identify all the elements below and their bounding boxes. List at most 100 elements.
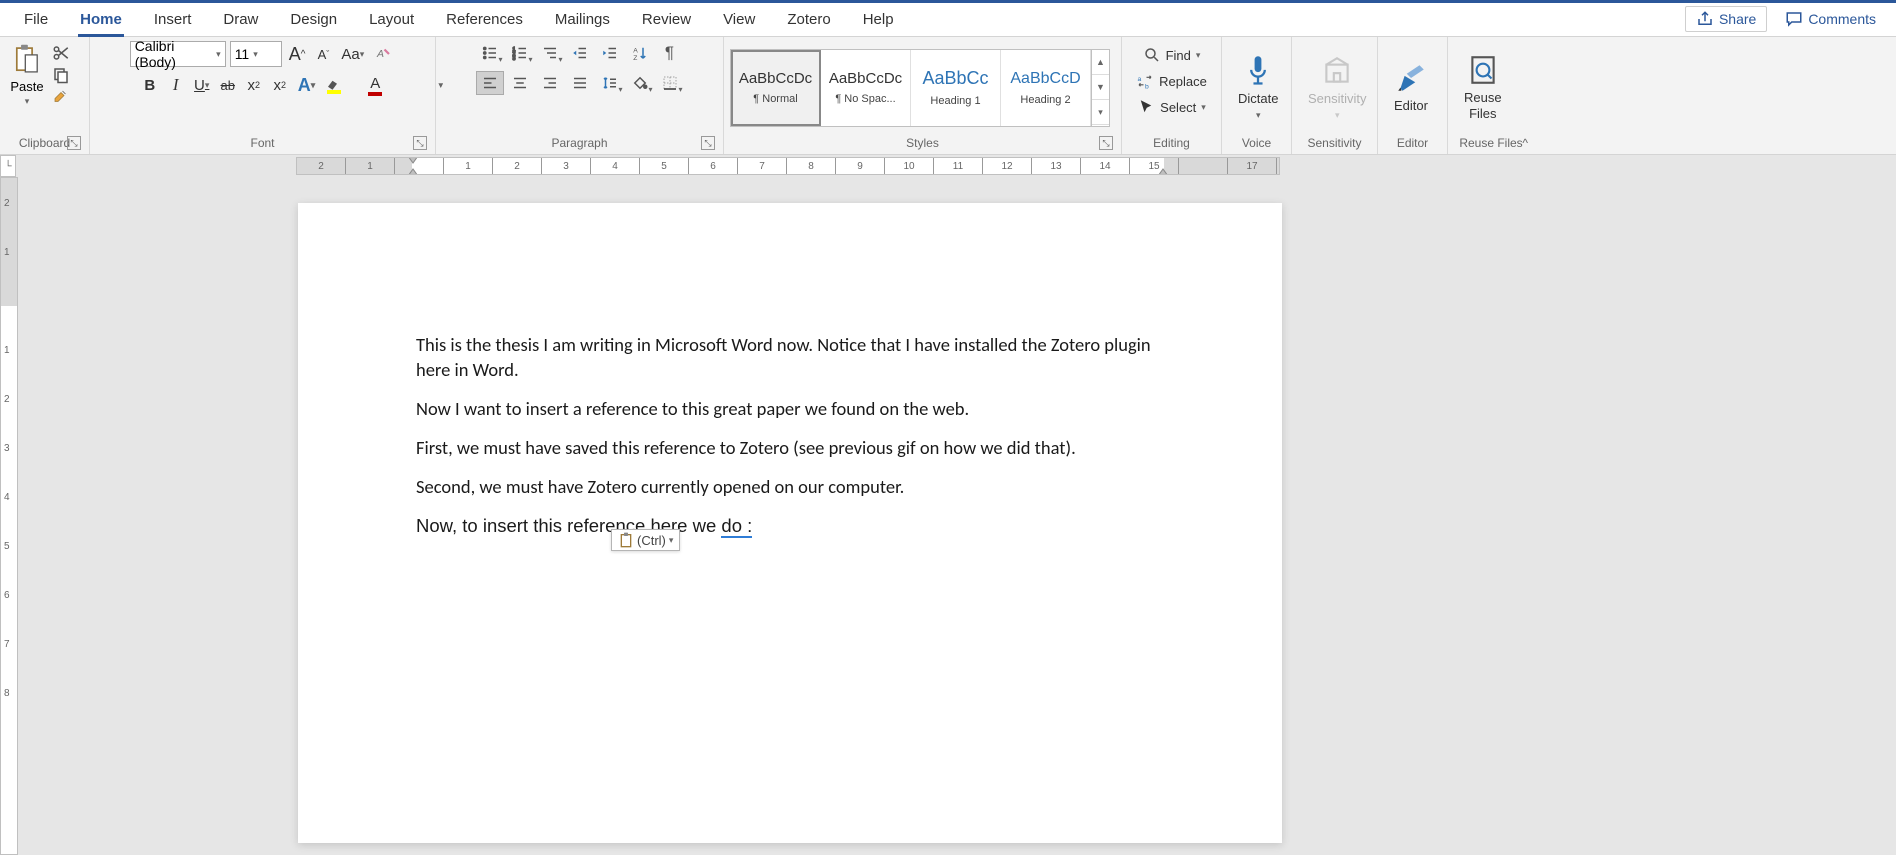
grammar-error-span[interactable]: do :	[721, 515, 752, 538]
paragraph-launcher[interactable]: ⤡	[701, 136, 715, 150]
font-size-select[interactable]: 11▾	[230, 41, 282, 67]
superscript-button[interactable]: x2	[269, 73, 291, 97]
comments-button[interactable]: Comments	[1775, 6, 1886, 32]
paste-button[interactable]: Paste ▾	[6, 41, 48, 109]
document-paragraph[interactable]: Second, we must have Zotero currently op…	[416, 475, 1164, 500]
style-name: Heading 1	[930, 95, 980, 107]
share-icon	[1696, 10, 1714, 28]
sensitivity-icon	[1320, 54, 1354, 88]
document-paragraph[interactable]: Now, to insert this reference here we do…	[416, 514, 1164, 539]
font-color-button[interactable]: A▾	[364, 73, 386, 97]
grow-font-button[interactable]: A^	[286, 42, 309, 66]
share-button[interactable]: Share	[1685, 6, 1767, 32]
chevron-down-icon: ▾	[216, 49, 221, 60]
style-heading-1[interactable]: AaBbCc Heading 1	[911, 50, 1001, 126]
chevron-down-icon: ▾	[311, 80, 316, 91]
line-spacing-button[interactable]: ▾	[596, 71, 624, 95]
strikethrough-button[interactable]: ab	[217, 73, 239, 97]
style-normal[interactable]: AaBbCcDc ¶ Normal	[731, 50, 821, 126]
gallery-scroll-down[interactable]: ▼	[1092, 75, 1109, 100]
cursor-icon	[1137, 98, 1155, 116]
font-name-value: Calibri (Body)	[135, 38, 212, 70]
shrink-font-button[interactable]: Aˇ	[312, 42, 334, 66]
italic-button[interactable]: I	[165, 73, 187, 97]
copy-button[interactable]	[52, 67, 70, 83]
style-name: ¶ No Spac...	[835, 93, 895, 105]
tab-selector[interactable]: └	[0, 155, 16, 177]
hanging-indent-marker[interactable]	[408, 168, 418, 175]
shading-button[interactable]: ▾	[626, 71, 654, 95]
ribbon: Paste ▾ Clipboard⤡ Calibri (Body)▾ 11▾ A…	[0, 37, 1896, 155]
eraser-a-icon: A	[374, 45, 392, 63]
document-paragraph[interactable]: This is the thesis I am writing in Micro…	[416, 333, 1164, 383]
underline-button[interactable]: U▾	[191, 73, 213, 97]
font-name-select[interactable]: Calibri (Body) ▾	[130, 41, 226, 67]
align-center-button[interactable]	[506, 71, 534, 95]
document-paragraph[interactable]: First, we must have saved this reference…	[416, 436, 1164, 461]
tab-zotero[interactable]: Zotero	[771, 3, 846, 37]
sensitivity-group-label: Sensitivity	[1307, 136, 1361, 150]
multilevel-list-button[interactable]: ▾	[536, 41, 564, 65]
tab-layout[interactable]: Layout	[353, 3, 430, 37]
dictate-button[interactable]: Dictate ▾	[1228, 50, 1288, 125]
chevron-down-icon: ▾	[528, 55, 532, 64]
style-heading-2[interactable]: AaBbCcD Heading 2	[1001, 50, 1091, 126]
svg-text:a: a	[1138, 76, 1142, 83]
format-painter-button[interactable]	[52, 89, 70, 105]
decrease-indent-button[interactable]	[566, 41, 594, 65]
gallery-scroll-up[interactable]: ▲	[1092, 50, 1109, 75]
replace-button[interactable]: abReplace	[1132, 69, 1211, 93]
cut-button[interactable]	[52, 45, 70, 61]
tab-review[interactable]: Review	[626, 3, 707, 37]
document-page[interactable]: This is the thesis I am writing in Micro…	[298, 203, 1282, 843]
clear-formatting-button[interactable]: A	[371, 42, 395, 66]
ruler-area: └ 211234567891011121314151718	[0, 155, 1896, 177]
svg-text:b: b	[1145, 84, 1149, 91]
tab-references[interactable]: References	[430, 3, 539, 37]
tab-home[interactable]: Home	[64, 3, 138, 37]
tab-view[interactable]: View	[707, 3, 771, 37]
comment-icon	[1785, 10, 1803, 28]
document-paragraph[interactable]: Now I want to insert a reference to this…	[416, 397, 1164, 422]
tab-file[interactable]: File	[8, 3, 64, 37]
gallery-expand[interactable]: ▾	[1092, 100, 1109, 125]
increase-indent-button[interactable]	[596, 41, 624, 65]
tab-draw[interactable]: Draw	[207, 3, 274, 37]
editor-button[interactable]: Editor	[1384, 57, 1438, 118]
line-spacing-icon	[601, 74, 619, 92]
clipboard-launcher[interactable]: ⤡	[67, 136, 81, 150]
align-right-button[interactable]	[536, 71, 564, 95]
right-indent-marker[interactable]	[1158, 168, 1168, 175]
tab-design[interactable]: Design	[274, 3, 353, 37]
numbering-icon: 123	[511, 44, 529, 62]
styles-launcher[interactable]: ⤡	[1099, 136, 1113, 150]
bullets-button[interactable]: ▾	[476, 41, 504, 65]
styles-gallery: AaBbCcDc ¶ Normal AaBbCcDc ¶ No Spac... …	[730, 49, 1110, 127]
find-button[interactable]: Find▾	[1139, 43, 1205, 67]
style-no-spacing[interactable]: AaBbCcDc ¶ No Spac...	[821, 50, 911, 126]
tab-mailings[interactable]: Mailings	[539, 3, 626, 37]
select-button[interactable]: Select▾	[1133, 95, 1210, 119]
bold-button[interactable]: B	[139, 73, 161, 97]
paste-options-button[interactable]: (Ctrl) ▾	[611, 529, 680, 551]
font-launcher[interactable]: ⤡	[413, 136, 427, 150]
tab-insert[interactable]: Insert	[138, 3, 208, 37]
collapse-ribbon-button[interactable]: ^	[1522, 136, 1528, 150]
svg-text:A: A	[633, 47, 638, 54]
horizontal-ruler[interactable]: 211234567891011121314151718	[296, 157, 1280, 175]
show-marks-button[interactable]: ¶	[656, 41, 684, 65]
tab-help[interactable]: Help	[847, 3, 910, 37]
sort-button[interactable]: AZ	[626, 41, 654, 65]
highlight-button[interactable]: ▾	[322, 73, 346, 97]
justify-button[interactable]	[566, 71, 594, 95]
change-case-button[interactable]: Aa▾	[338, 42, 367, 66]
reuse-files-button[interactable]: Reuse Files	[1454, 49, 1512, 125]
text-effects-button[interactable]: A▾	[295, 73, 319, 97]
vertical-ruler[interactable]: 2112345678	[0, 177, 18, 855]
first-line-indent-marker[interactable]	[408, 157, 418, 164]
subscript-button[interactable]: x2	[243, 73, 265, 97]
align-left-button[interactable]	[476, 71, 504, 95]
borders-button[interactable]: ▾	[656, 71, 684, 95]
reuse-files-icon	[1466, 53, 1500, 87]
numbering-button[interactable]: 123▾	[506, 41, 534, 65]
